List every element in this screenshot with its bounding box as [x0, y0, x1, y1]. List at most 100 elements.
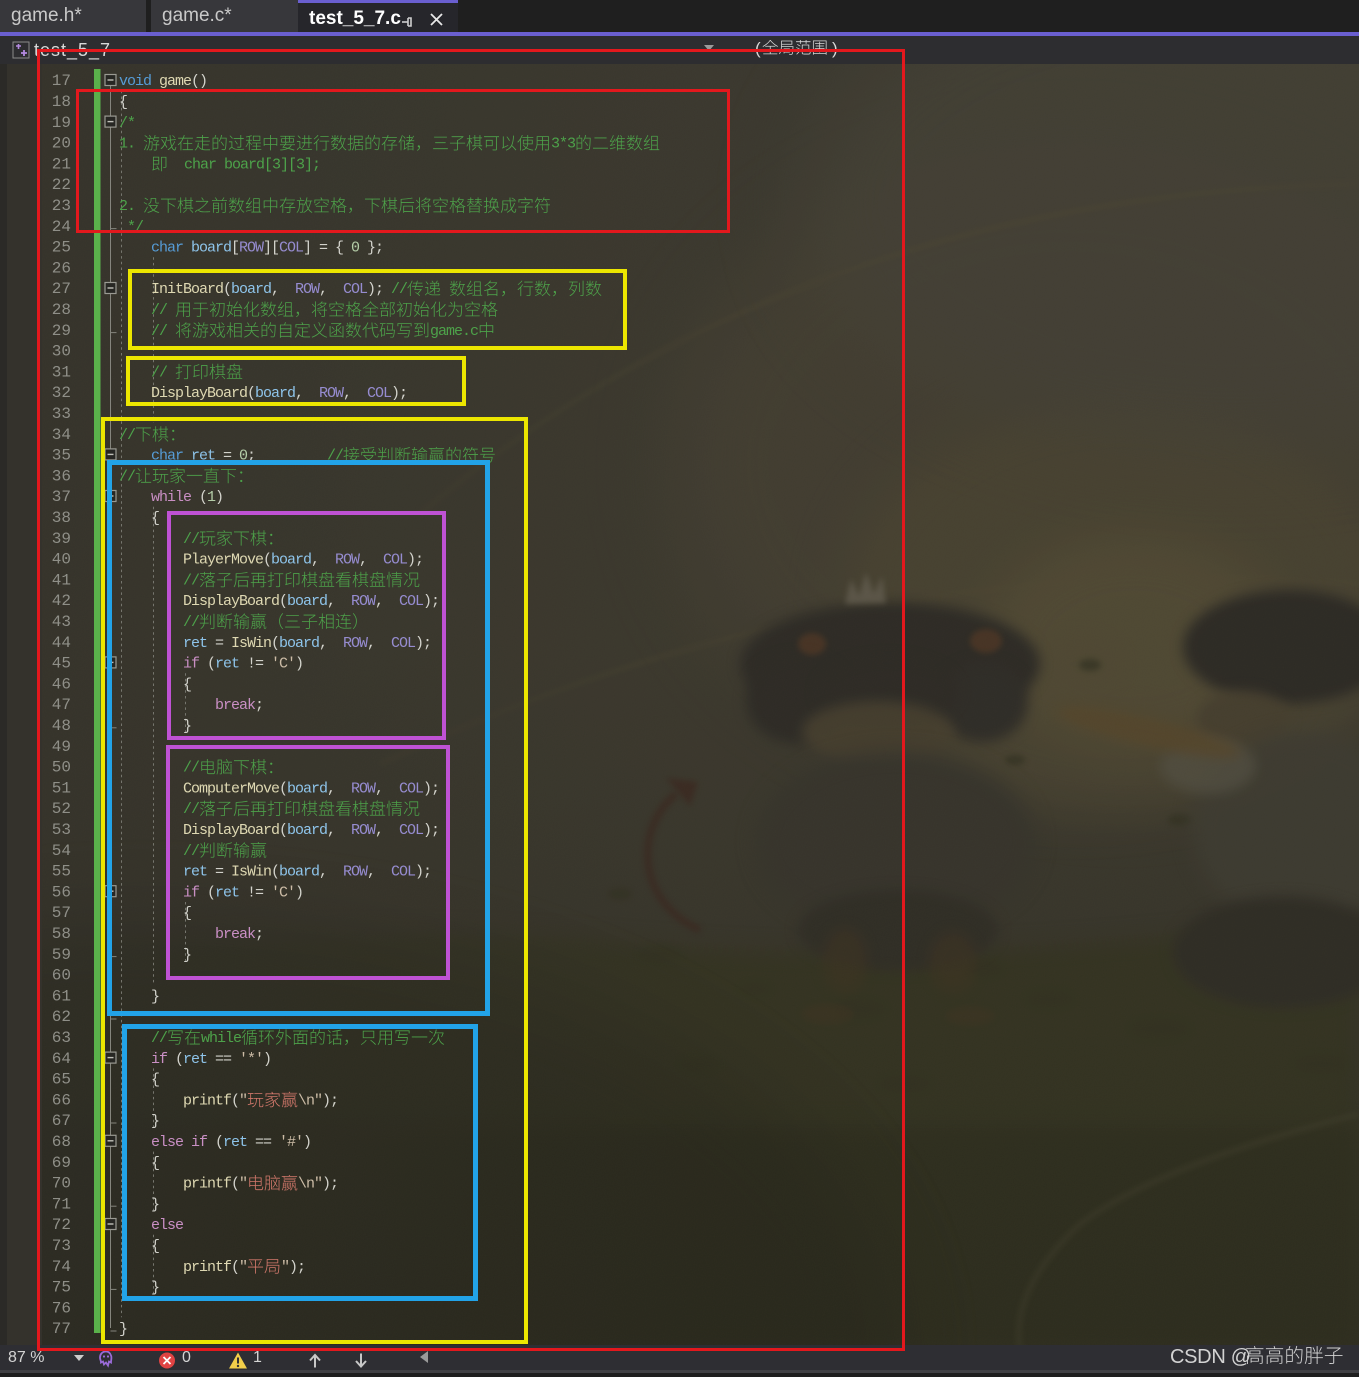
svg-text:board: board — [255, 385, 295, 402]
svg-text:23: 23 — [52, 197, 71, 215]
svg-text://: // — [183, 531, 200, 548]
svg-text:,: , — [319, 281, 343, 298]
svg-text:}: } — [151, 988, 159, 1005]
svg-text:52: 52 — [52, 800, 71, 818]
svg-text:char: char — [151, 448, 191, 465]
svg-text:77: 77 — [52, 1320, 71, 1338]
svg-text:": " — [281, 1259, 289, 1276]
svg-text:,: , — [327, 780, 351, 797]
svg-text:,: , — [367, 864, 391, 881]
svg-text:COL: COL — [399, 822, 424, 839]
svg-text:): ) — [303, 1134, 311, 1151]
svg-text://: // — [183, 801, 200, 818]
svg-text:ROW: ROW — [343, 635, 368, 652]
svg-text:'C': 'C' — [271, 884, 295, 901]
svg-text:\n": \n" — [298, 1092, 322, 1109]
svg-text:else if: else if — [151, 1134, 215, 1151]
svg-text:else: else — [151, 1217, 184, 1234]
svg-text:24: 24 — [52, 218, 71, 236]
svg-text:": " — [239, 1259, 247, 1276]
svg-text:break: break — [215, 697, 256, 714]
svg-text:if: if — [151, 1051, 175, 1068]
svg-text:ROW: ROW — [351, 780, 376, 797]
svg-text:,: , — [375, 780, 399, 797]
svg-text:(: ( — [231, 1259, 239, 1276]
svg-text:);: ); — [407, 552, 423, 569]
svg-text://: // — [183, 572, 200, 589]
svg-text:board: board — [287, 780, 327, 797]
svg-text:(: ( — [175, 1051, 183, 1068]
svg-text:,: , — [359, 552, 383, 569]
svg-text:PlayerMove: PlayerMove — [183, 552, 264, 569]
svg-text:);: ); — [423, 593, 439, 610]
svg-text:57: 57 — [52, 904, 71, 922]
svg-text:): ) — [295, 656, 303, 673]
svg-text:(: ( — [263, 552, 271, 569]
svg-text:39: 39 — [52, 530, 71, 548]
svg-text:);: ); — [391, 385, 407, 402]
svg-text:41: 41 — [52, 571, 71, 589]
svg-text:*/: */ — [127, 219, 144, 236]
svg-text:(: ( — [279, 780, 287, 797]
svg-text:,: , — [271, 281, 295, 298]
svg-text:47: 47 — [52, 696, 71, 714]
svg-text:18: 18 — [52, 93, 71, 111]
svg-text:{: { — [151, 510, 159, 527]
svg-text:72: 72 — [52, 1216, 71, 1234]
svg-text:(: ( — [223, 281, 231, 298]
svg-text:printf: printf — [183, 1259, 232, 1276]
svg-text:,: , — [295, 385, 319, 402]
svg-text:66: 66 — [52, 1091, 71, 1109]
svg-text:==: == — [247, 1134, 279, 1151]
svg-text:}: } — [183, 718, 191, 735]
svg-text:game.c: game.c — [430, 323, 478, 340]
svg-text:if: if — [183, 884, 207, 901]
svg-text:74: 74 — [52, 1258, 71, 1276]
svg-text:(: ( — [279, 593, 287, 610]
svg-text:51: 51 — [52, 779, 71, 797]
svg-text://: // — [151, 364, 175, 381]
svg-text:board: board — [279, 864, 319, 881]
svg-text:);: ); — [423, 780, 439, 797]
svg-text:!=: != — [239, 656, 271, 673]
svg-text://: // — [151, 323, 175, 340]
svg-text:if: if — [183, 656, 207, 673]
svg-text:,: , — [375, 593, 399, 610]
svg-text:ROW: ROW — [351, 822, 376, 839]
svg-text:DisplayBoard: DisplayBoard — [151, 385, 247, 402]
svg-text:(: ( — [231, 1092, 239, 1109]
svg-text:69: 69 — [52, 1154, 71, 1172]
svg-text:21: 21 — [52, 155, 71, 173]
svg-text:ROW: ROW — [295, 281, 320, 298]
svg-text:DisplayBoard: DisplayBoard — [183, 822, 279, 839]
svg-text:char board[3][3];: char board[3][3]; — [168, 156, 320, 173]
svg-text:;: ; — [247, 448, 327, 465]
svg-text:[: [ — [231, 240, 239, 257]
svg-text:board: board — [279, 635, 319, 652]
svg-text:{: { — [151, 1238, 159, 1255]
svg-text:,: , — [367, 635, 391, 652]
svg-text://: // — [183, 843, 200, 860]
svg-text:\n": \n" — [298, 1176, 322, 1193]
svg-text:][: ][ — [263, 240, 279, 257]
svg-text:/*: /* — [119, 115, 135, 132]
svg-text:,: , — [327, 822, 351, 839]
svg-text:67: 67 — [52, 1112, 71, 1130]
svg-text:ROW: ROW — [319, 385, 344, 402]
svg-text:33: 33 — [52, 405, 71, 423]
svg-text:55: 55 — [52, 863, 71, 881]
svg-text:ROW: ROW — [335, 552, 360, 569]
svg-text:{: { — [119, 94, 127, 111]
svg-text:(: ( — [271, 864, 279, 881]
svg-text:71: 71 — [52, 1195, 71, 1213]
svg-text:62: 62 — [52, 1008, 71, 1026]
svg-text:);: ); — [423, 822, 439, 839]
svg-text:59: 59 — [52, 946, 71, 964]
svg-text:,: , — [319, 864, 343, 881]
svg-text:73: 73 — [52, 1237, 71, 1255]
svg-text:31: 31 — [52, 363, 71, 381]
svg-text:ROW: ROW — [351, 593, 376, 610]
svg-text:game: game — [159, 73, 192, 90]
svg-text:30: 30 — [52, 343, 71, 361]
svg-text:65: 65 — [52, 1071, 71, 1089]
